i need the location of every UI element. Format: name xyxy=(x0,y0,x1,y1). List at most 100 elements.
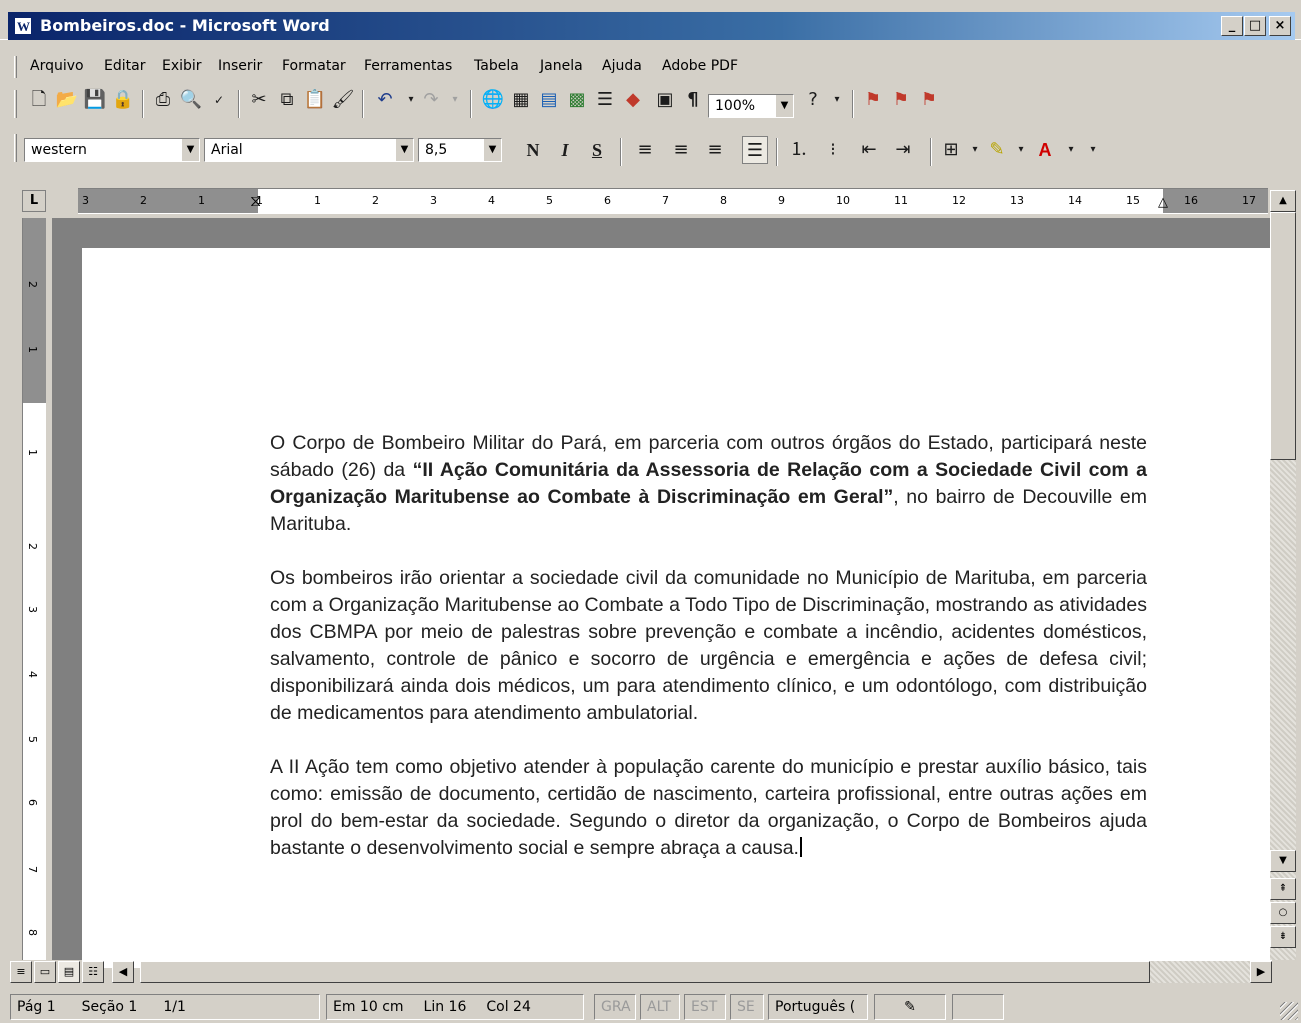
underline-button[interactable]: S xyxy=(584,136,610,164)
title-bar-caption[interactable]: W Bombeiros.doc - Microsoft Word _ □ × xyxy=(8,12,1295,40)
menu-janela[interactable]: Janela xyxy=(540,58,583,74)
document-map-icon[interactable]: ▣ xyxy=(652,86,678,114)
toolbar-grip[interactable] xyxy=(14,90,17,118)
menu-exibir[interactable]: Exibir xyxy=(162,58,202,74)
highlight-icon[interactable]: ✎ xyxy=(984,136,1010,164)
pdf-review-icon[interactable]: ⚑ xyxy=(916,86,942,114)
status-overtype[interactable]: SE xyxy=(730,994,764,1020)
permission-icon[interactable]: 🔒 xyxy=(110,86,136,114)
word-doc-icon[interactable]: W xyxy=(14,17,32,35)
scroll-down-button[interactable]: ▼ xyxy=(1270,850,1296,872)
font-size-select[interactable]: 8,5 ▼ xyxy=(418,138,502,162)
menu-grip[interactable] xyxy=(14,56,17,78)
menu-formatar[interactable]: Formatar xyxy=(282,58,346,74)
increase-indent-icon[interactable]: ⇥ xyxy=(890,136,916,164)
previous-page-button[interactable]: ⇞ xyxy=(1270,878,1296,900)
open-folder-icon[interactable]: 📂 xyxy=(54,86,80,114)
save-icon[interactable]: 💾 xyxy=(82,86,108,114)
vertical-scrollbar[interactable]: ▲ ▼ ⇞ ○ ⇟ xyxy=(1270,190,1296,960)
print-layout-button[interactable]: ▤ xyxy=(58,961,80,983)
drawing-icon[interactable]: ◆ xyxy=(620,86,646,114)
font-select[interactable]: Arial ▼ xyxy=(204,138,414,162)
double-up-icon: ⇞ xyxy=(1278,883,1288,894)
minimize-button[interactable]: _ xyxy=(1221,16,1243,36)
maximize-button[interactable]: □ xyxy=(1244,16,1266,36)
align-left-icon[interactable]: ≡ xyxy=(632,136,658,164)
insert-table-icon[interactable]: ▤ xyxy=(536,86,562,114)
hyperlink-icon[interactable]: 🌐 xyxy=(480,86,506,114)
justify-icon[interactable]: ☰ xyxy=(742,136,768,164)
status-track-changes[interactable]: ALT xyxy=(640,994,680,1020)
center-icon[interactable]: ≡ xyxy=(668,136,694,164)
new-document-icon[interactable]: 🗋 xyxy=(26,86,52,114)
toolbar-options-icon[interactable]: ▾ xyxy=(1080,136,1106,164)
font-color-icon[interactable]: A xyxy=(1032,136,1058,164)
pdf-email-icon[interactable]: ⚑ xyxy=(888,86,914,114)
scroll-left-button[interactable]: ◀ xyxy=(112,961,134,983)
document-body[interactable]: O Corpo de Bombeiro Militar do Pará, em … xyxy=(270,430,1147,889)
horizontal-ruler[interactable]: 3 2 1 1 1 2 3 4 5 6 7 8 9 10 11 12 13 14 15 16 17 ⧖ △ xyxy=(78,188,1268,214)
chevron-down-icon[interactable]: ▼ xyxy=(775,95,793,117)
columns-icon[interactable]: ☰ xyxy=(592,86,618,114)
help-dropdown-icon[interactable]: ▾ xyxy=(824,86,850,114)
spelling-icon[interactable]: ✓ xyxy=(206,86,232,114)
chevron-down-icon[interactable]: ▼ xyxy=(181,139,199,161)
status-extend[interactable]: EST xyxy=(684,994,726,1020)
scroll-up-button[interactable]: ▲ xyxy=(1270,190,1296,212)
menu-ajuda[interactable]: Ajuda xyxy=(602,58,642,74)
help-icon[interactable]: ? xyxy=(800,86,826,114)
resize-grip[interactable] xyxy=(1280,1002,1298,1020)
bold-button[interactable]: N xyxy=(520,136,546,164)
copy-icon[interactable]: ⧉ xyxy=(274,86,300,114)
undo-icon[interactable]: ↶ xyxy=(372,86,398,114)
tab-selector[interactable]: L xyxy=(22,190,46,212)
redo-icon[interactable]: ↷ xyxy=(418,86,444,114)
italic-button[interactable]: I xyxy=(552,136,578,164)
web-layout-icon: ▭ xyxy=(39,965,51,978)
outline-view-button[interactable]: ☷ xyxy=(82,961,104,983)
close-button[interactable]: × xyxy=(1269,16,1291,36)
vertical-ruler[interactable]: 2 1 1 2 3 4 5 6 7 8 xyxy=(22,218,46,960)
web-layout-button[interactable]: ▭ xyxy=(34,961,56,983)
cut-icon[interactable]: ✂ xyxy=(246,86,272,114)
zoom-select[interactable]: 100% ▼ xyxy=(708,94,794,118)
highlight-dropdown-icon[interactable]: ▾ xyxy=(1008,136,1034,164)
menu-arquivo[interactable]: Arquivo xyxy=(30,58,84,74)
horizontal-scroll-thumb[interactable] xyxy=(140,961,1150,983)
numbering-icon[interactable]: ⒈ xyxy=(786,136,812,164)
spelling-status-icon[interactable]: ✎ xyxy=(874,994,946,1020)
print-icon[interactable]: ⎙ xyxy=(150,86,176,114)
print-preview-icon[interactable]: 🔍 xyxy=(178,86,204,114)
style-select[interactable]: western ▼ xyxy=(24,138,200,162)
status-language[interactable]: Português ( xyxy=(768,994,868,1020)
tables-borders-icon[interactable]: ▦ xyxy=(508,86,534,114)
right-indent-marker[interactable]: △ xyxy=(1158,195,1168,210)
menu-ferramentas[interactable]: Ferramentas xyxy=(364,58,452,74)
borders-icon[interactable]: ⊞ xyxy=(938,136,964,164)
scroll-right-button[interactable]: ▶ xyxy=(1250,961,1272,983)
normal-view-button[interactable]: ≡ xyxy=(10,961,32,983)
menu-editar[interactable]: Editar xyxy=(104,58,145,74)
insert-excel-icon[interactable]: ▩ xyxy=(564,86,590,114)
menu-adobe-pdf[interactable]: Adobe PDF xyxy=(662,58,738,74)
document-page[interactable]: O Corpo de Bombeiro Militar do Pará, em … xyxy=(82,248,1272,968)
chevron-down-icon[interactable]: ▼ xyxy=(395,139,413,161)
toolbar-grip[interactable] xyxy=(14,134,17,162)
bullets-icon[interactable]: ⁝ xyxy=(820,136,846,164)
paste-icon[interactable]: 📋 xyxy=(302,86,328,114)
pdf-convert-icon[interactable]: ⚑ xyxy=(860,86,886,114)
format-painter-icon[interactable]: 🖌 xyxy=(330,86,356,114)
status-record-mode[interactable]: GRA xyxy=(594,994,636,1020)
redo-dropdown-icon[interactable]: ▾ xyxy=(442,86,468,114)
chevron-down-icon[interactable]: ▼ xyxy=(483,139,501,161)
align-right-icon[interactable]: ≡ xyxy=(702,136,728,164)
decrease-indent-icon[interactable]: ⇤ xyxy=(856,136,882,164)
show-formatting-icon[interactable]: ¶ xyxy=(680,86,706,114)
indent-marker[interactable]: ⧖ xyxy=(250,191,261,211)
horizontal-scrollbar[interactable] xyxy=(140,961,1270,983)
next-page-button[interactable]: ⇟ xyxy=(1270,926,1296,948)
menu-tabela[interactable]: Tabela xyxy=(474,58,519,74)
select-browse-object-button[interactable]: ○ xyxy=(1270,902,1296,924)
menu-inserir[interactable]: Inserir xyxy=(218,58,262,74)
vertical-scroll-thumb[interactable] xyxy=(1270,212,1296,460)
